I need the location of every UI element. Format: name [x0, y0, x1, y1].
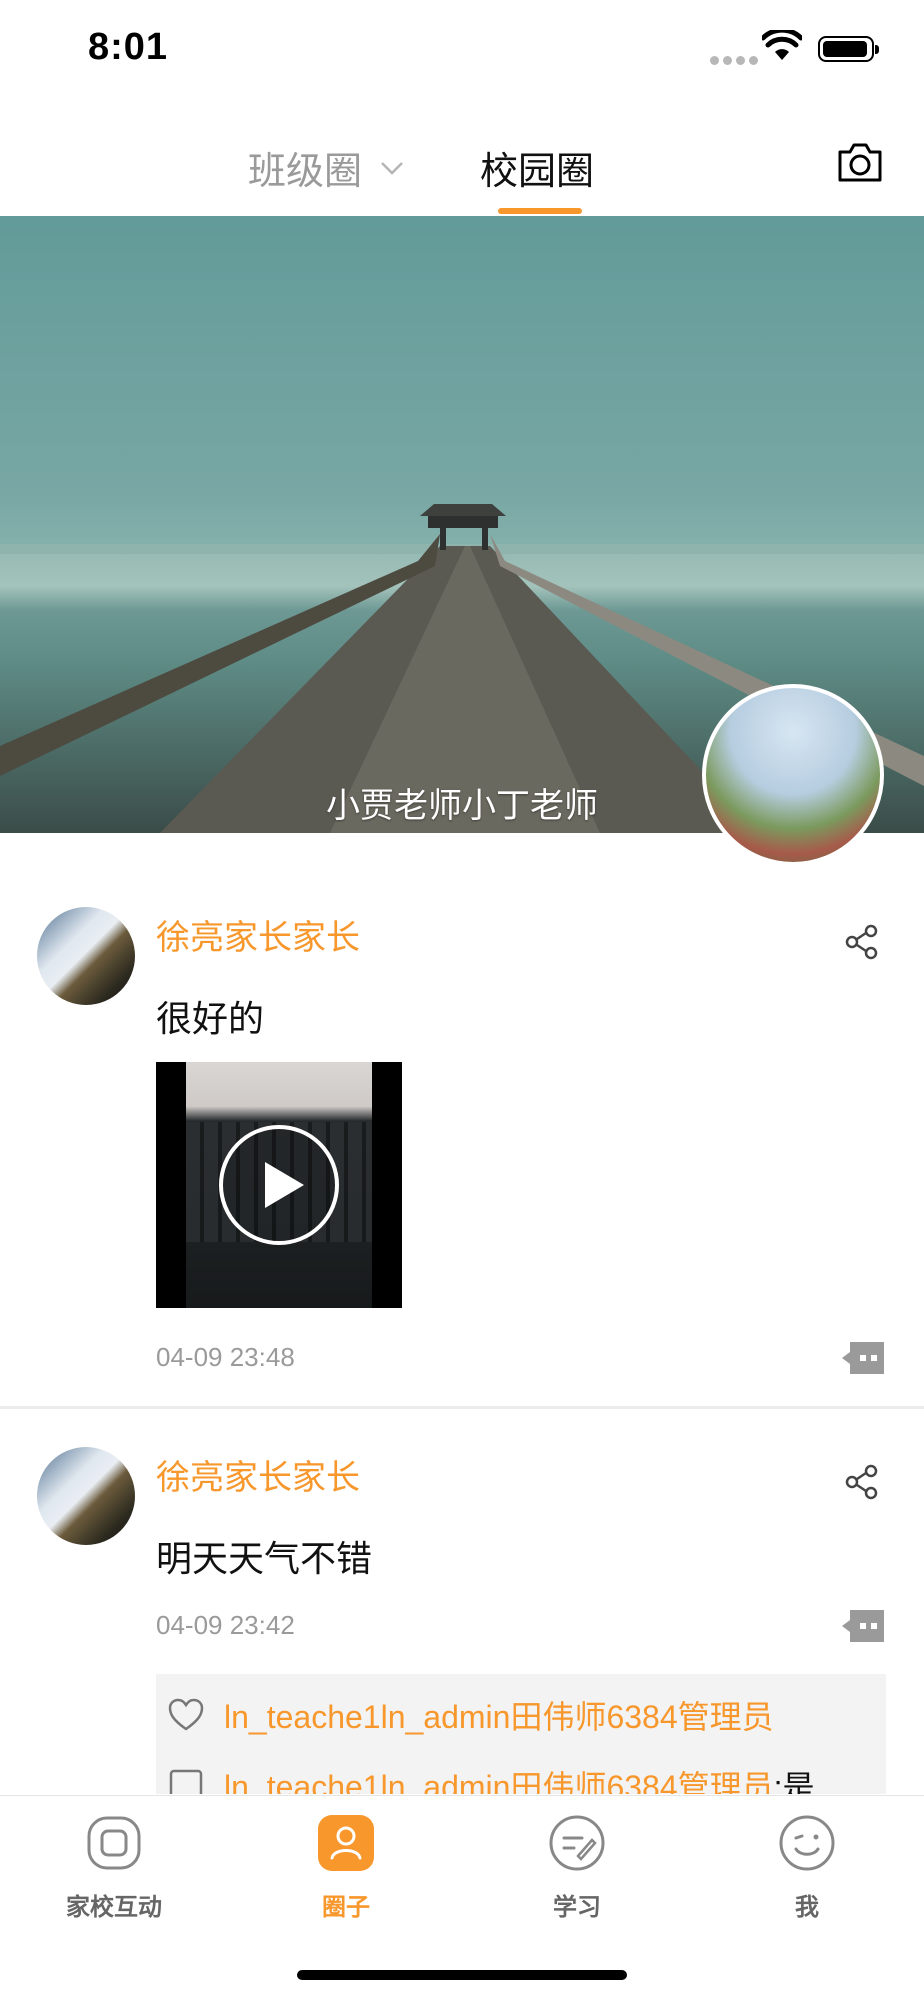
circle-icon [318, 1815, 374, 1871]
tab-home-school[interactable]: 家校互动 [39, 1814, 189, 1922]
likes-comments-box: ln_teache1ln_admin田伟师6384管理员 ln_teache1l… [156, 1674, 886, 1794]
share-icon[interactable] [844, 924, 880, 960]
tab-label: 家校互动 [66, 1894, 162, 1921]
divider [0, 1406, 924, 1409]
post-content: 明天天气不错 [156, 1538, 373, 1579]
comment-icon[interactable] [840, 1606, 888, 1646]
tab-label: 我 [795, 1894, 819, 1921]
comment-icon[interactable] [840, 1338, 888, 1378]
signal-icon [710, 52, 762, 70]
avatar[interactable] [37, 907, 135, 1005]
home-indicator [297, 1970, 627, 1980]
tab-me[interactable]: 我 [732, 1814, 882, 1922]
likes-row: ln_teache1ln_admin田伟师6384管理员 [168, 1692, 774, 1738]
post-time: 04-09 23:42 [156, 1610, 295, 1640]
battery-icon [818, 36, 879, 62]
play-icon[interactable] [218, 1124, 340, 1246]
tab-campus-circle[interactable]: 校园圈 [480, 140, 594, 195]
post-author[interactable]: 徐亮家长家长 [156, 1450, 360, 1499]
heart-icon [168, 1698, 204, 1731]
comment-text: :是 [773, 1769, 815, 1794]
post-time: 04-09 23:48 [156, 1342, 295, 1372]
status-time: 8:01 [88, 26, 169, 68]
comment-author[interactable]: ln_teache1ln_admin田伟师6384管理员 [224, 1762, 774, 1794]
status-bar: 8:01 [0, 0, 924, 100]
top-nav: 班级圈 校园圈 [0, 110, 924, 217]
tab-label: 学习 [553, 1894, 601, 1921]
me-icon [779, 1815, 835, 1871]
tab-circle[interactable]: 圈子 [271, 1814, 421, 1922]
video-thumbnail[interactable] [156, 1062, 402, 1308]
avatar[interactable] [37, 1447, 135, 1545]
liked-users[interactable]: ln_teache1ln_admin田伟师6384管理员 [224, 1692, 774, 1738]
share-icon[interactable] [844, 1464, 880, 1500]
tab-label: 圈子 [322, 1894, 370, 1921]
comment-bubble-icon [169, 1769, 203, 1794]
chevron-down-icon [381, 161, 403, 175]
camera-icon[interactable] [836, 140, 884, 184]
tab-indicator [498, 208, 582, 214]
tab-study[interactable]: 学习 [502, 1814, 652, 1922]
post-content: 很好的 [156, 998, 265, 1039]
tab-class-circle[interactable]: 班级圈 [248, 140, 404, 195]
home-school-icon [87, 1816, 141, 1870]
study-icon [549, 1815, 605, 1871]
tab-class-label: 班级圈 [248, 151, 363, 193]
post-author[interactable]: 徐亮家长家长 [156, 910, 360, 959]
wifi-icon [762, 30, 802, 60]
comment-row: ln_teache1ln_admin田伟师6384管理员:是 [168, 1762, 815, 1794]
profile-avatar[interactable] [702, 684, 884, 866]
